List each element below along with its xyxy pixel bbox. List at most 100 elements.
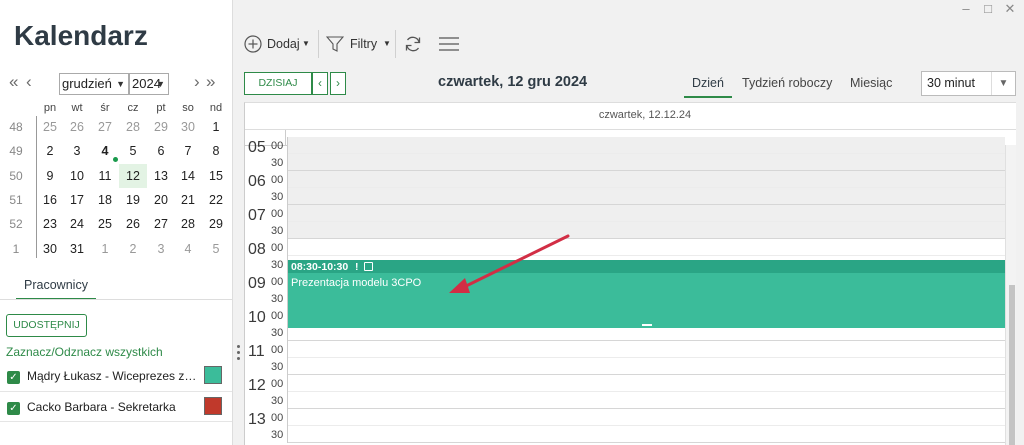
employee-name: Mądry Łukasz - Wiceprezes zarządu [27,369,199,383]
calendar-day[interactable]: 28 [119,115,147,139]
time-slot[interactable] [287,188,1005,205]
week-number: 50 [9,168,23,183]
calendar-day[interactable]: 20 [147,188,175,212]
employee-row[interactable]: ✓ Cacko Barbara - Sekretarka [0,395,232,423]
prev-day-button[interactable]: ‹ [312,72,328,95]
calendar-day[interactable]: 22 [202,188,230,212]
plus-circle-icon [244,35,262,53]
interval-select[interactable]: 30 minut ▼ [921,71,1016,96]
time-slot[interactable] [287,375,1005,392]
time-slot[interactable] [287,426,1005,443]
time-slot[interactable] [287,154,1005,171]
year-select[interactable]: 2024 ▼ [129,73,169,95]
calendar-day[interactable]: 2 [119,237,147,261]
employee-color-swatch[interactable] [204,397,222,415]
time-slot[interactable] [287,409,1005,426]
calendar-day[interactable]: 27 [147,212,175,236]
month-select[interactable]: grudzień ▼ [59,73,129,95]
time-slot[interactable] [287,137,1005,154]
next-year-icon[interactable]: » [206,72,215,92]
calendar-day[interactable]: 12 [119,163,147,188]
time-slot[interactable] [287,239,1005,256]
filters-button[interactable]: Filtry ▼ [324,32,391,56]
refresh-button[interactable] [402,32,424,56]
calendar-day[interactable]: 1 [202,115,230,139]
calendar-day[interactable]: 18 [91,188,119,212]
calendar-day[interactable]: 14 [174,164,202,188]
close-icon[interactable]: ✕ [1000,0,1020,20]
hour-label: 09 [248,275,266,292]
calendar-day[interactable]: 30 [174,115,202,139]
minute-label: 30 [271,259,284,271]
tab-month[interactable]: Miesiąc [850,76,892,90]
calendar-day[interactable]: 9 [36,164,64,188]
event-block[interactable]: 08:30-10:30 ! Prezentacja modelu 3CPO [288,260,1005,328]
calendar-day[interactable]: 31 [63,237,91,261]
employee-color-swatch[interactable] [204,366,222,384]
calendar-day[interactable]: 2 [36,139,64,163]
calendar-day[interactable]: 5 [119,139,147,163]
event-time: 08:30-10:30 [291,261,349,273]
toggle-all-link[interactable]: Zaznacz/Odznacz wszystkich [6,345,163,359]
calendar-day[interactable]: 16 [36,188,64,212]
share-button[interactable]: UDOSTĘPNIJ [6,314,87,337]
calendar-day[interactable]: 29 [147,115,175,139]
maximize-icon[interactable]: □ [978,0,998,20]
hour-label: 07 [248,207,266,224]
hour-label: 08 [248,241,266,258]
minute-label: 30 [271,157,284,169]
checkbox-checked-icon[interactable]: ✓ [7,402,20,415]
checkbox-checked-icon[interactable]: ✓ [7,371,20,384]
tab-employees[interactable]: Pracownicy [16,272,96,300]
calendar-day[interactable]: 28 [174,212,202,236]
time-slot[interactable] [287,392,1005,409]
time-slot[interactable] [287,205,1005,222]
calendar-day[interactable]: 17 [63,188,91,212]
calendar-day[interactable]: 27 [91,115,119,139]
calendar-day[interactable]: 24 [63,212,91,236]
calendar-day[interactable]: 23 [36,212,64,236]
vertical-scrollbar[interactable] [1005,145,1016,445]
minimize-icon[interactable]: – [956,0,976,20]
refresh-icon [405,36,421,52]
today-button[interactable]: DZISIAJ [244,72,312,95]
employee-row[interactable]: ✓ Mądry Łukasz - Wiceprezes zarządu [0,364,232,392]
chevron-down-icon: ▼ [156,79,165,89]
calendar-day[interactable]: 19 [119,188,147,212]
tab-work-week[interactable]: Tydzień roboczy [742,76,832,90]
calendar-day[interactable]: 25 [91,212,119,236]
next-month-icon[interactable]: › [194,72,200,92]
scrollbar-thumb[interactable] [1009,285,1015,445]
time-slot[interactable] [287,341,1005,358]
calendar-day[interactable]: 4 [174,237,202,261]
panel-splitter[interactable] [232,0,244,445]
prev-year-icon[interactable]: « [9,72,18,92]
calendar-day[interactable]: 30 [36,237,64,261]
calendar-day[interactable]: 26 [119,212,147,236]
calendar-day[interactable]: 15 [202,164,230,188]
resize-handle[interactable] [642,324,652,326]
time-slot[interactable] [287,171,1005,188]
calendar-day[interactable]: 10 [63,164,91,188]
next-day-button[interactable]: › [330,72,346,95]
calendar-day[interactable]: 25 [36,115,64,139]
calendar-day[interactable]: 8 [202,139,230,163]
time-slot[interactable] [287,358,1005,375]
tab-day[interactable]: Dzień [684,76,732,98]
calendar-day[interactable]: 26 [63,115,91,139]
calendar-day[interactable]: 11 [91,164,119,188]
calendar-day[interactable]: 7 [174,139,202,163]
menu-button[interactable] [438,32,462,56]
calendar-day[interactable]: 1 [91,237,119,261]
calendar-day[interactable]: 3 [147,237,175,261]
calendar-day[interactable]: 5 [202,237,230,261]
add-button[interactable]: Dodaj ▼ [244,32,316,56]
calendar-day[interactable]: 3 [63,139,91,163]
event-header: 08:30-10:30 ! [288,260,1005,273]
calendar-day[interactable]: 6 [147,139,175,163]
calendar-day[interactable]: 21 [174,188,202,212]
time-slot[interactable] [287,222,1005,239]
calendar-day[interactable]: 29 [202,212,230,236]
prev-month-icon[interactable]: ‹ [26,72,32,92]
calendar-day[interactable]: 13 [147,164,175,188]
